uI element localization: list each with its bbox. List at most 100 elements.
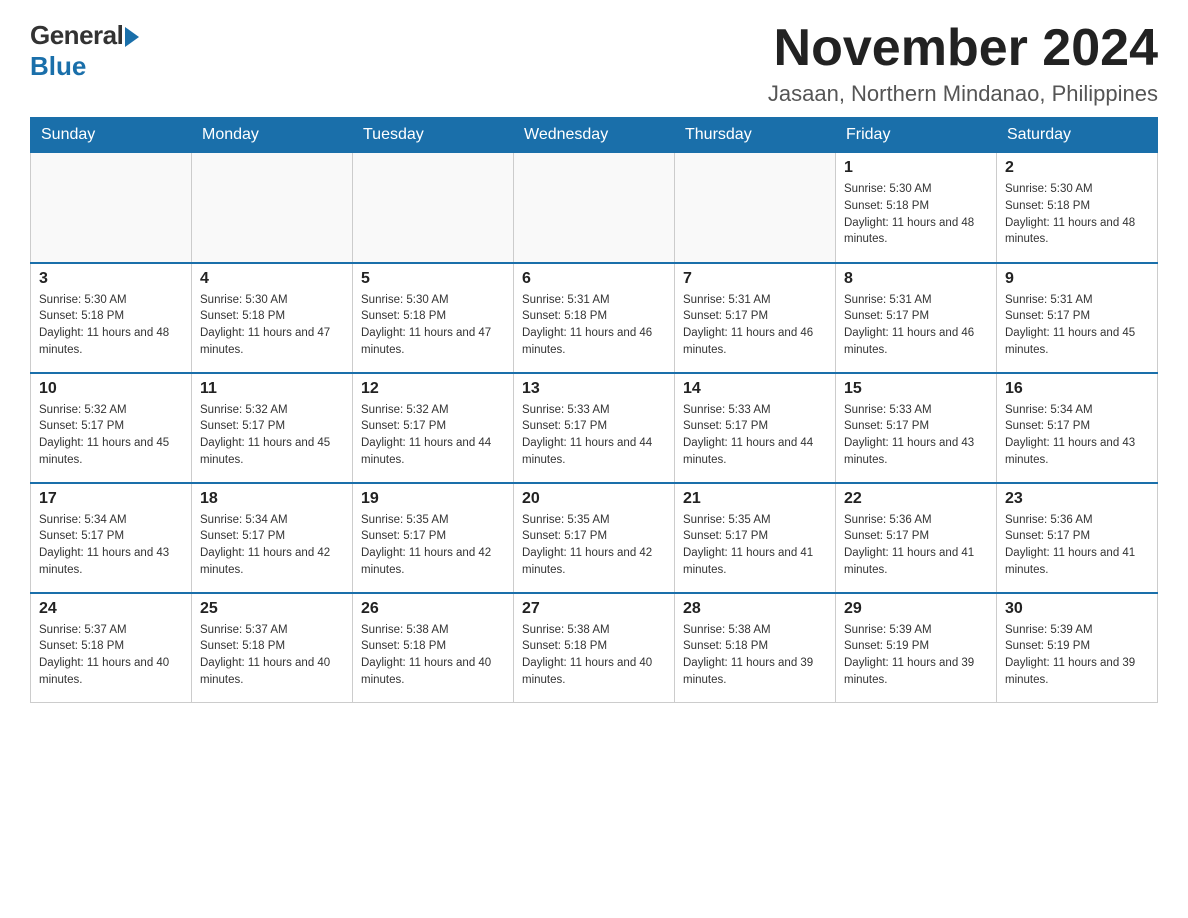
day-number: 6 [522,270,666,288]
calendar-cell: 27Sunrise: 5:38 AM Sunset: 5:18 PM Dayli… [514,593,675,703]
weekday-header-thursday: Thursday [675,118,836,153]
day-info: Sunrise: 5:30 AM Sunset: 5:18 PM Dayligh… [1005,181,1149,248]
day-number: 25 [200,600,344,618]
day-number: 19 [361,490,505,508]
weekday-header-row: SundayMondayTuesdayWednesdayThursdayFrid… [31,118,1158,153]
logo-blue-text: Blue [30,51,86,82]
calendar-cell: 2 Sunrise: 5:30 AM Sunset: 5:18 PM Daylig… [997,153,1158,263]
calendar-cell: 13 Sunrise: 5:33 AM Sunset: 5:17 PM Dayli… [514,373,675,483]
logo: General Blue [30,20,139,82]
day-number: 27 [522,600,666,618]
month-title: November 2024 [768,20,1158,77]
day-info: Sunrise: 5:32 AM Sunset: 5:17 PM Dayligh… [39,402,183,469]
calendar-cell: 11 Sunrise: 5:32 AM Sunset: 5:17 PM Dayli… [192,373,353,483]
day-number: 13 [522,380,666,398]
day-info: Sunrise: 5:34 AM Sunset: 5:17 PM Dayligh… [200,512,344,579]
day-number: 24 [39,600,183,618]
day-number: 29 [844,600,988,618]
calendar-cell: 16 Sunrise: 5:34 AM Sunset: 5:17 PM Dayli… [997,373,1158,483]
calendar-week-row: 24 Sunrise: 5:37 AM Sunset: 5:18 PM Dayli… [31,593,1158,703]
day-number: 2 [1005,159,1149,177]
calendar-week-row: 17 Sunrise: 5:34 AM Sunset: 5:17 PM Dayli… [31,483,1158,593]
day-number: 8 [844,270,988,288]
weekday-header-wednesday: Wednesday [514,118,675,153]
day-info: Sunrise: 5:30 AM Sunset: 5:18 PM Dayligh… [200,292,344,359]
calendar-cell: 18 Sunrise: 5:34 AM Sunset: 5:17 PM Dayli… [192,483,353,593]
day-number: 12 [361,380,505,398]
day-info: Sunrise: 5:39 AM Sunset: 5:19 PM Dayligh… [844,622,988,689]
page-header: General Blue November 2024 Jasaan, North… [30,20,1158,107]
day-info: Sunrise: 5:39 AM Sunset: 5:19 PM Dayligh… [1005,622,1149,689]
calendar-cell: 20 Sunrise: 5:35 AM Sunset: 5:17 PM Dayli… [514,483,675,593]
day-number: 17 [39,490,183,508]
day-number: 16 [1005,380,1149,398]
day-number: 18 [200,490,344,508]
day-info: Sunrise: 5:30 AM Sunset: 5:18 PM Dayligh… [39,292,183,359]
calendar-cell: 8 Sunrise: 5:31 AM Sunset: 5:17 PM Daylig… [836,263,997,373]
day-info: Sunrise: 5:33 AM Sunset: 5:17 PM Dayligh… [844,402,988,469]
day-info: Sunrise: 5:37 AM Sunset: 5:18 PM Dayligh… [200,622,344,689]
day-info: Sunrise: 5:35 AM Sunset: 5:17 PM Dayligh… [522,512,666,579]
day-info: Sunrise: 5:36 AM Sunset: 5:17 PM Dayligh… [844,512,988,579]
calendar-cell: 7 Sunrise: 5:31 AM Sunset: 5:17 PM Daylig… [675,263,836,373]
calendar-cell [353,153,514,263]
day-info: Sunrise: 5:31 AM Sunset: 5:17 PM Dayligh… [844,292,988,359]
calendar-cell: 21 Sunrise: 5:35 AM Sunset: 5:17 PM Dayli… [675,483,836,593]
day-number: 1 [844,159,988,177]
calendar-cell [31,153,192,263]
calendar-cell: 3 Sunrise: 5:30 AM Sunset: 5:18 PM Daylig… [31,263,192,373]
day-info: Sunrise: 5:33 AM Sunset: 5:17 PM Dayligh… [522,402,666,469]
day-info: Sunrise: 5:38 AM Sunset: 5:18 PM Dayligh… [361,622,505,689]
day-info: Sunrise: 5:30 AM Sunset: 5:18 PM Dayligh… [844,181,988,248]
day-info: Sunrise: 5:33 AM Sunset: 5:17 PM Dayligh… [683,402,827,469]
calendar-cell: 25 Sunrise: 5:37 AM Sunset: 5:18 PM Dayli… [192,593,353,703]
calendar-cell: 14 Sunrise: 5:33 AM Sunset: 5:17 PM Dayli… [675,373,836,483]
calendar-cell: 4Sunrise: 5:30 AM Sunset: 5:18 PM Daylig… [192,263,353,373]
calendar-cell: 19 Sunrise: 5:35 AM Sunset: 5:17 PM Dayli… [353,483,514,593]
calendar-cell: 6 Sunrise: 5:31 AM Sunset: 5:18 PM Daylig… [514,263,675,373]
logo-arrow-icon [125,27,139,47]
day-number: 22 [844,490,988,508]
day-number: 28 [683,600,827,618]
calendar-cell [675,153,836,263]
day-number: 26 [361,600,505,618]
calendar-cell: 28 Sunrise: 5:38 AM Sunset: 5:18 PM Dayli… [675,593,836,703]
day-info: Sunrise: 5:31 AM Sunset: 5:18 PM Dayligh… [522,292,666,359]
day-number: 11 [200,380,344,398]
calendar-cell: 1 Sunrise: 5:30 AM Sunset: 5:18 PM Daylig… [836,153,997,263]
day-info: Sunrise: 5:31 AM Sunset: 5:17 PM Dayligh… [683,292,827,359]
day-number: 3 [39,270,183,288]
title-section: November 2024 Jasaan, Northern Mindanao,… [768,20,1158,107]
day-number: 23 [1005,490,1149,508]
day-number: 7 [683,270,827,288]
calendar-week-row: 10 Sunrise: 5:32 AM Sunset: 5:17 PM Dayli… [31,373,1158,483]
day-number: 21 [683,490,827,508]
calendar-cell: 5 Sunrise: 5:30 AM Sunset: 5:18 PM Daylig… [353,263,514,373]
day-info: Sunrise: 5:32 AM Sunset: 5:17 PM Dayligh… [200,402,344,469]
day-number: 30 [1005,600,1149,618]
day-info: Sunrise: 5:31 AM Sunset: 5:17 PM Dayligh… [1005,292,1149,359]
day-info: Sunrise: 5:30 AM Sunset: 5:18 PM Dayligh… [361,292,505,359]
weekday-header-saturday: Saturday [997,118,1158,153]
day-info: Sunrise: 5:35 AM Sunset: 5:17 PM Dayligh… [683,512,827,579]
calendar-cell: 23 Sunrise: 5:36 AM Sunset: 5:17 PM Dayli… [997,483,1158,593]
calendar-cell: 10 Sunrise: 5:32 AM Sunset: 5:17 PM Dayli… [31,373,192,483]
day-info: Sunrise: 5:34 AM Sunset: 5:17 PM Dayligh… [1005,402,1149,469]
day-number: 9 [1005,270,1149,288]
weekday-header-tuesday: Tuesday [353,118,514,153]
location-title: Jasaan, Northern Mindanao, Philippines [768,81,1158,107]
day-number: 10 [39,380,183,398]
day-number: 5 [361,270,505,288]
day-info: Sunrise: 5:38 AM Sunset: 5:18 PM Dayligh… [683,622,827,689]
day-number: 20 [522,490,666,508]
day-info: Sunrise: 5:35 AM Sunset: 5:17 PM Dayligh… [361,512,505,579]
weekday-header-monday: Monday [192,118,353,153]
calendar-cell: 17 Sunrise: 5:34 AM Sunset: 5:17 PM Dayli… [31,483,192,593]
day-info: Sunrise: 5:34 AM Sunset: 5:17 PM Dayligh… [39,512,183,579]
calendar-cell [514,153,675,263]
day-number: 14 [683,380,827,398]
calendar-cell: 12Sunrise: 5:32 AM Sunset: 5:17 PM Dayli… [353,373,514,483]
logo-general-text: General [30,20,123,51]
calendar-cell: 15Sunrise: 5:33 AM Sunset: 5:17 PM Dayli… [836,373,997,483]
day-info: Sunrise: 5:36 AM Sunset: 5:17 PM Dayligh… [1005,512,1149,579]
